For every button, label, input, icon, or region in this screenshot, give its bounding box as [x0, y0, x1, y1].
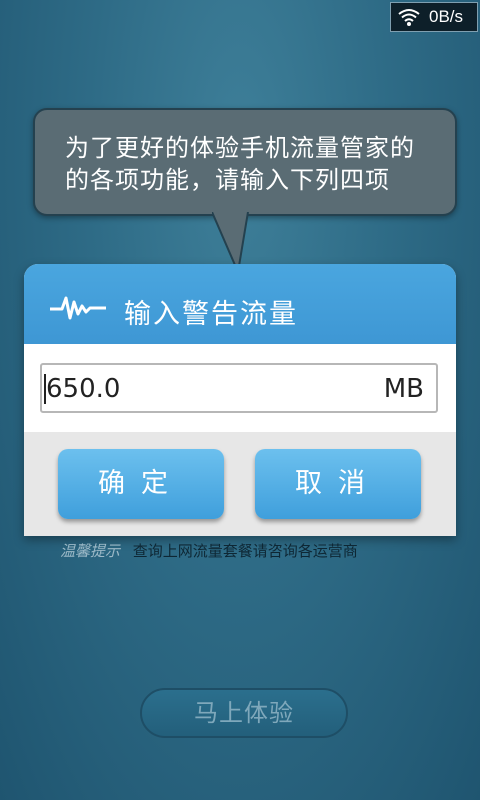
instruction-line-2: 的各项功能，请输入下列四项 [65, 166, 390, 194]
instruction-bubble: 为了更好的体验手机流量管家的 的各项功能，请输入下列四项 [33, 108, 457, 216]
pulse-wave-icon [50, 296, 106, 320]
instruction-text: 为了更好的体验手机流量管家的 的各项功能，请输入下列四项 [65, 132, 445, 196]
warning-traffic-input[interactable]: 650.0 MB [40, 363, 438, 413]
instruction-line-1: 为了更好的体验手机流量管家的 [65, 134, 415, 162]
dialog-title: 输入警告流量 [124, 299, 298, 330]
dialog-header: 输入警告流量 [24, 264, 456, 344]
unit-label: MB [383, 374, 424, 404]
experience-now-button[interactable]: 马上体验 [140, 688, 348, 738]
network-speed-widget: 0B/s [390, 2, 478, 32]
tip-line: 温馨提示 查询上网流量套餐请咨询各运营商 [60, 540, 358, 561]
tip-label: 温馨提示 [60, 542, 121, 560]
cancel-button[interactable]: 取消 [255, 449, 421, 519]
confirm-button[interactable]: 确定 [58, 449, 224, 519]
warning-traffic-dialog: 输入警告流量 650.0 MB 确定 取消 [24, 264, 456, 536]
tip-text: 查询上网流量套餐请咨询各运营商 [132, 542, 358, 560]
input-value[interactable]: 650.0 [44, 374, 120, 404]
network-speed-text: 0B/s [429, 7, 464, 26]
dialog-button-area: 确定 取消 [24, 432, 456, 536]
wifi-icon [398, 9, 420, 26]
input-area: 650.0 MB [24, 344, 456, 432]
